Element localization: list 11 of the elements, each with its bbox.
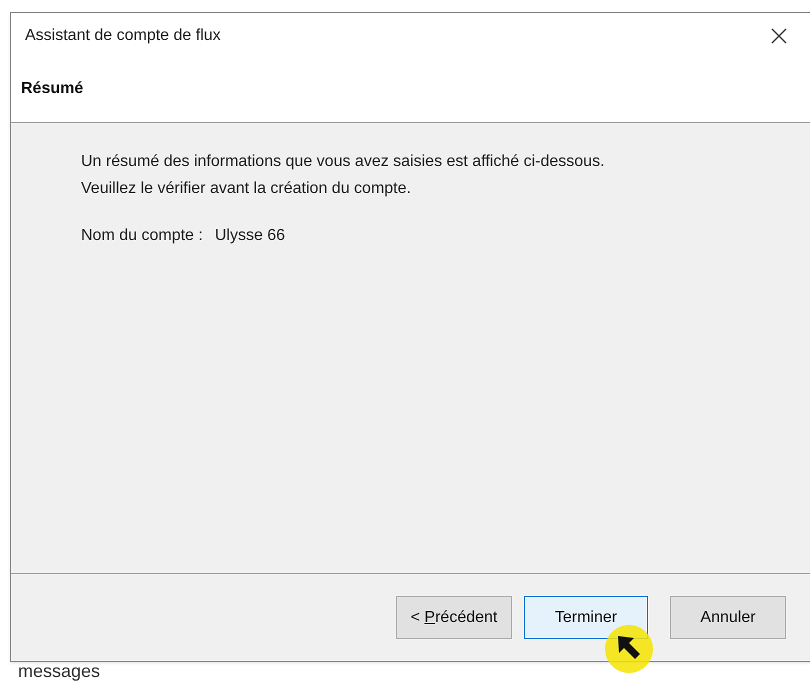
- cursor-icon: [604, 624, 654, 674]
- dialog-button[interactable]: Annuler: [670, 596, 786, 639]
- dialog-button[interactable]: Terminer: [524, 596, 648, 639]
- close-icon[interactable]: [771, 28, 787, 44]
- window-title: Assistant de compte de flux: [25, 26, 221, 46]
- page-heading: Résumé: [21, 79, 84, 99]
- field-value: Ulysse 66: [214, 226, 286, 246]
- intro-text: Un résumé des informations que vous avez saisies est affiché ci-dessous. Veuillez le vérifier avant la création du compte.: [81, 152, 606, 199]
- dialog-button[interactable]: < Précédent: [396, 596, 512, 639]
- field-label: Nom du compte :: [81, 226, 203, 246]
- background-text: messages: [18, 661, 100, 681]
